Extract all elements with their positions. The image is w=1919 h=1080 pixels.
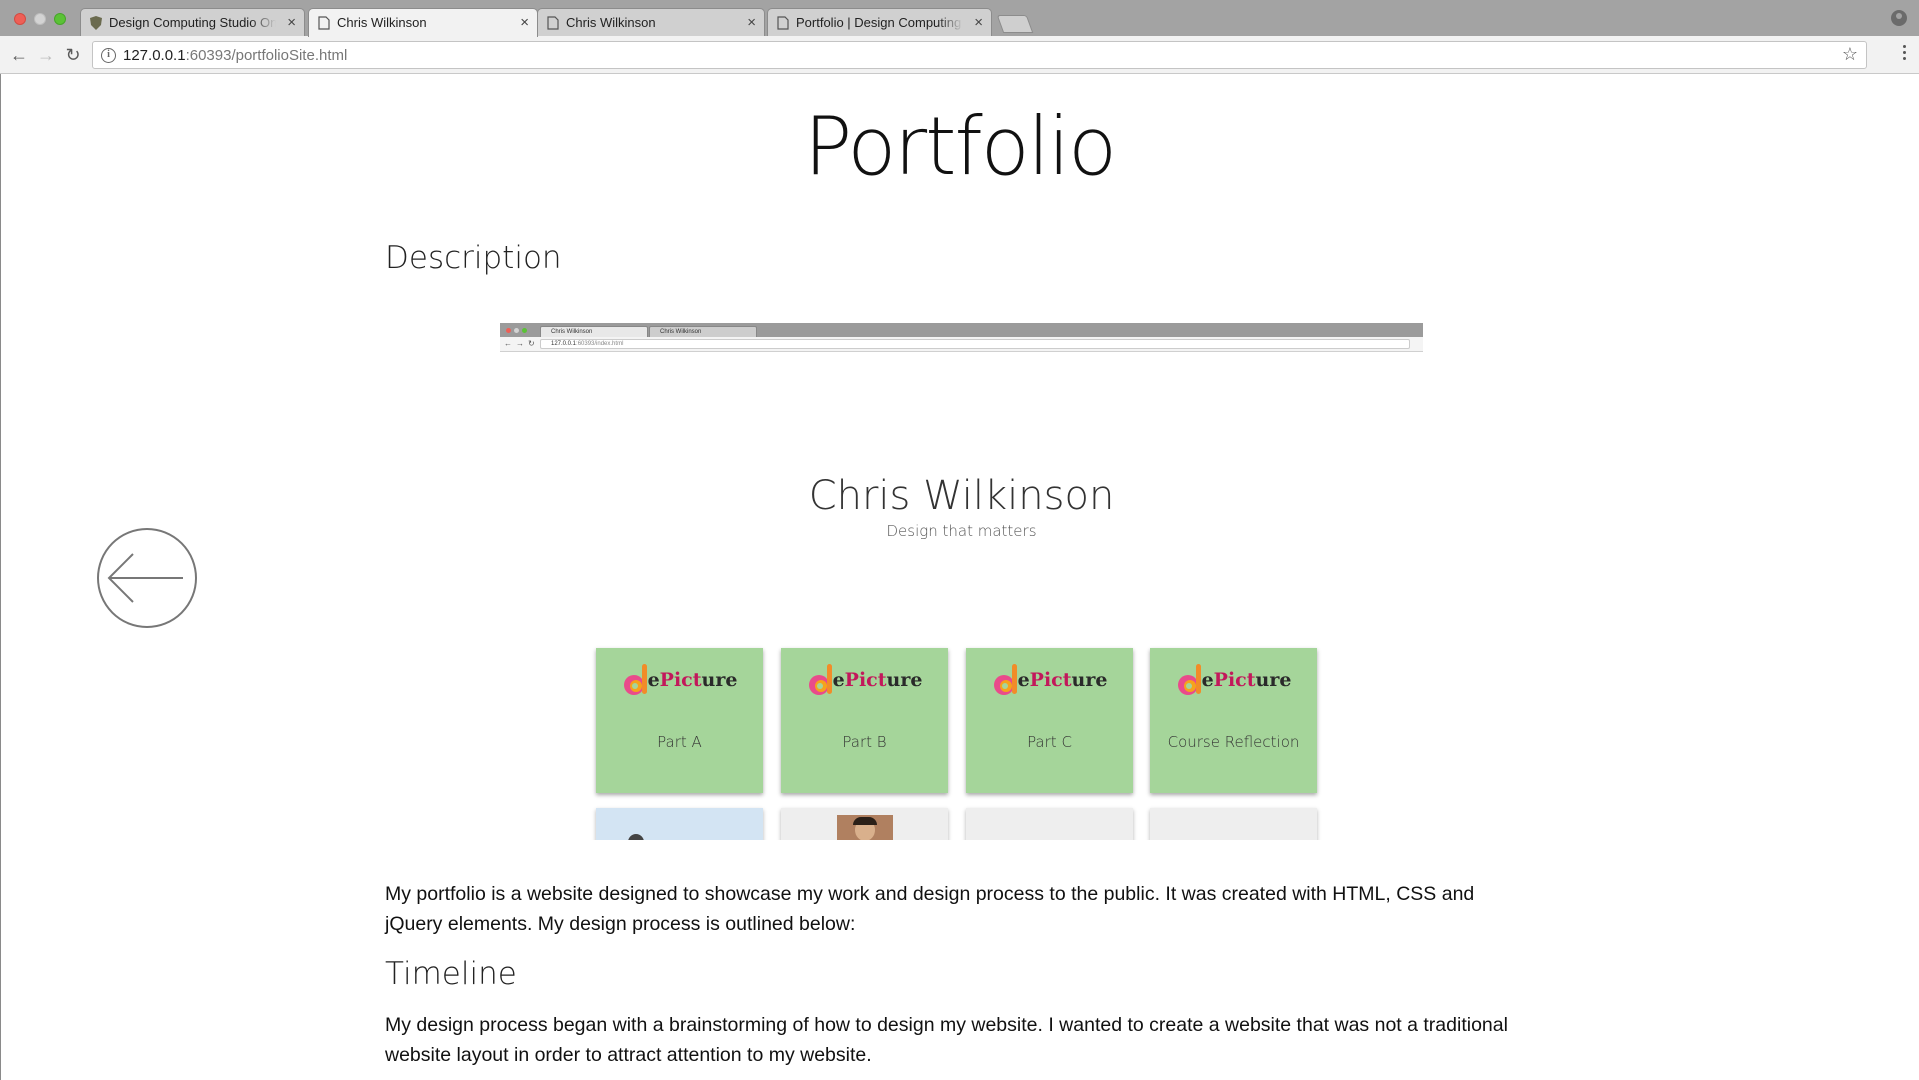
card-label: Part A [657, 733, 702, 751]
depicture-logo: ePicture [966, 662, 1133, 702]
url-text: 127.0.0.1:60393/portfolioSite.html [123, 47, 347, 64]
profile-photo [837, 815, 893, 840]
close-tab-icon[interactable]: × [287, 9, 296, 36]
bookmark-star-icon[interactable]: ☆ [1842, 44, 1858, 65]
mini-forward-icon: → [516, 339, 524, 348]
depicture-logo: ePicture [781, 662, 948, 702]
logo-text-highlight: Pict [844, 669, 887, 691]
card-label: Part C [1027, 733, 1072, 751]
mini-toolbar: ← → ↻ 127.0.0.1:60393/index.html [500, 337, 1423, 352]
reload-icon[interactable]: ↻ [62, 44, 84, 66]
mini-tab: Chris Wilkinson [540, 326, 648, 337]
browser-toolbar: ← → ↻ i 127.0.0.1:60393/portfolioSite.ht… [0, 36, 1919, 74]
close-window-button[interactable] [14, 13, 26, 25]
tab-chris-wilkinson-active[interactable]: Chris Wilkinson × [308, 8, 538, 37]
mini-url-host: 127.0.0.1 [551, 341, 577, 347]
depicture-logo: ePicture [596, 662, 763, 702]
browser-tab-bar: Design Computing Studio One × Chris Wilk… [0, 0, 1919, 37]
url-path: :60393/portfolioSite.html [185, 47, 348, 64]
back-arrow-icon[interactable]: ← [8, 44, 30, 66]
menu-dots-icon[interactable] [1903, 45, 1907, 63]
page-icon [777, 16, 789, 30]
tab-label: Portfolio | Design Computing S [796, 15, 963, 30]
logo-text-highlight: Pict [659, 669, 702, 691]
description-paragraph: My portfolio is a website designed to sh… [385, 883, 1475, 935]
card-label: Part B [842, 733, 887, 751]
mini-url-path: :60393/index.html [576, 341, 624, 347]
card-course-reflection: ePicture Course Reflection [1150, 648, 1317, 793]
card-row2-1 [596, 808, 763, 840]
card-label: Course Reflection [1167, 733, 1300, 751]
logo-text-highlight: Pict [1213, 669, 1256, 691]
logo-text-suffix: ure [1255, 669, 1292, 691]
depicture-logo-icon [1177, 664, 1201, 695]
description-heading: Description [385, 240, 562, 276]
depicture-logo-icon [808, 664, 832, 695]
minimize-window-button[interactable] [34, 13, 46, 25]
card-part-c: ePicture Part C [966, 648, 1133, 793]
new-tab-button[interactable] [996, 15, 1034, 33]
window-border [0, 74, 1, 1080]
card-part-a: ePicture Part A [596, 648, 763, 793]
url-host: 127.0.0.1 [123, 47, 186, 64]
site-tagline: Design that matters [886, 522, 1037, 540]
tab-chris-wilkinson[interactable]: Chris Wilkinson × [537, 8, 765, 36]
site-name: Chris Wilkinson [808, 473, 1115, 519]
page-title: Portfolio [803, 100, 1117, 193]
close-tab-icon[interactable]: × [974, 9, 983, 36]
mini-tab-bar: Chris Wilkinson Chris Wilkinson [500, 323, 1423, 337]
mini-tab: Chris Wilkinson [649, 326, 757, 337]
address-bar[interactable]: i 127.0.0.1:60393/portfolioSite.html ☆ [92, 41, 1867, 69]
globe-icon [628, 834, 644, 840]
depicture-logo: ePicture [1150, 662, 1317, 702]
left-arrow-icon [107, 553, 183, 603]
tab-label: Design Computing Studio One [109, 15, 276, 30]
info-icon[interactable]: i [101, 48, 116, 63]
card-part-b: ePicture Part B [781, 648, 948, 793]
mini-address-bar: 127.0.0.1:60393/index.html [540, 339, 1410, 349]
card-row2-4 [1150, 808, 1317, 840]
page-icon [318, 16, 330, 30]
depicture-logo-icon [623, 664, 647, 695]
close-tab-icon[interactable]: × [747, 9, 756, 36]
tab-design-computing[interactable]: Design Computing Studio One × [80, 8, 305, 36]
mini-back-icon: ← [504, 339, 512, 348]
portfolio-screenshot: Chris Wilkinson Chris Wilkinson ← → ↻ 12… [500, 323, 1423, 840]
tab-label: Chris Wilkinson [337, 15, 427, 30]
depicture-logo-icon [993, 664, 1017, 695]
forward-arrow-icon[interactable]: → [35, 44, 57, 66]
mini-maximize-dot [522, 328, 527, 333]
close-tab-icon[interactable]: × [520, 9, 529, 37]
tab-portfolio[interactable]: Portfolio | Design Computing S × [767, 8, 992, 36]
shield-icon [90, 16, 102, 30]
back-button[interactable] [97, 528, 197, 628]
mini-reload-icon: ↻ [528, 339, 535, 348]
mini-close-dot [506, 328, 511, 333]
logo-text-suffix: ure [1071, 669, 1108, 691]
card-row2-3 [966, 808, 1133, 840]
tab-label: Chris Wilkinson [566, 15, 656, 30]
timeline-heading: Timeline [385, 956, 517, 992]
logo-text-highlight: Pict [1029, 669, 1072, 691]
logo-text-suffix: ure [886, 669, 923, 691]
timeline-paragraph: My design process began with a brainstor… [385, 1014, 1508, 1066]
profile-icon[interactable] [1891, 10, 1907, 26]
card-row2-2 [781, 808, 948, 840]
maximize-window-button[interactable] [54, 13, 66, 25]
logo-text-suffix: ure [701, 669, 738, 691]
mini-minimize-dot [514, 328, 519, 333]
page-icon [547, 16, 559, 30]
